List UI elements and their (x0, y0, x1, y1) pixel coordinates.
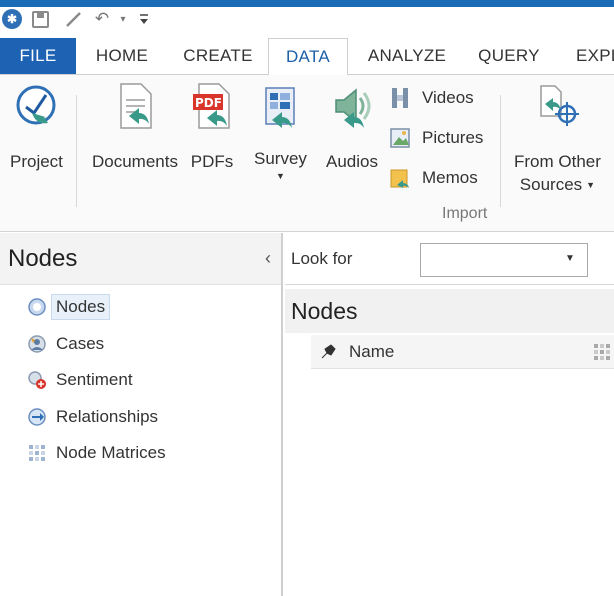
project-button[interactable]: Project (10, 81, 63, 175)
svg-text:PDF: PDF (195, 96, 222, 110)
tab-home[interactable]: HOME (86, 38, 158, 74)
from-other-sources-dropdown-caret-icon[interactable]: ▼ (586, 178, 595, 192)
column-chooser-icon[interactable] (590, 340, 614, 364)
node-matrix-icon (26, 442, 48, 464)
tree-item-sentiment[interactable]: Sentiment (26, 362, 166, 399)
from-other-sources-label: From Other (514, 152, 601, 171)
look-for-input[interactable] (420, 243, 588, 277)
project-label: Project (10, 152, 63, 171)
navigation-panel-header: Nodes ‹ (0, 233, 281, 285)
picture-icon (388, 126, 412, 150)
pictures-label: Pictures (422, 128, 484, 147)
memo-icon (388, 166, 412, 190)
tab-analyze[interactable]: ANALYZE (362, 38, 452, 74)
node-icon (26, 296, 48, 318)
tab-data[interactable]: DATA (268, 38, 348, 75)
memos-button[interactable]: Memos (388, 163, 478, 193)
ribbon-data: Project Documents PDF PDFs Survey ▼ Audi… (0, 74, 614, 232)
undo-dropdown-caret-icon[interactable]: ▾ (118, 9, 128, 29)
column-header-name[interactable]: Name (349, 342, 394, 362)
save-icon[interactable] (30, 9, 50, 29)
navigation-tree: Nodes Cases Sentiment Relationships Node… (26, 289, 166, 472)
tab-query[interactable]: QUERY (476, 38, 542, 74)
look-for-label: Look for (291, 249, 353, 268)
pdfs-button[interactable]: PDF PDFs (190, 81, 234, 175)
survey-dropdown-caret-icon[interactable]: ▼ (276, 169, 285, 183)
list-view-title: Nodes (285, 289, 614, 333)
pictures-button[interactable]: Pictures (388, 123, 483, 153)
tree-item-nodes[interactable]: Nodes (26, 289, 166, 326)
relationship-icon (26, 406, 48, 428)
from-other-sources-button[interactable]: From Other Sources ▼ (514, 81, 601, 195)
case-icon (26, 333, 48, 355)
survey-icon (258, 81, 302, 131)
column-header-row: Name (311, 335, 614, 369)
tree-item-cases[interactable]: Cases (26, 326, 166, 363)
quick-access-toolbar: ✱ ↶ ▾ (0, 0, 614, 34)
audio-icon (330, 81, 374, 131)
from-other-sources-icon (535, 81, 580, 131)
ribbon-tabs: FILE HOME CREATE DATA ANALYZE QUERY EXPL (0, 38, 614, 75)
navigation-panel: Nodes ‹ Nodes Cases Sentiment Relationsh… (0, 233, 283, 596)
undo-icon[interactable]: ↶ (92, 9, 112, 29)
ribbon-separator (76, 95, 77, 207)
app-logo-icon[interactable]: ✱ (2, 9, 22, 29)
ribbon-separator (500, 95, 501, 207)
tree-item-label: Nodes (51, 294, 111, 321)
documents-label: Documents (92, 152, 178, 171)
from-other-sources-label-2: Sources (519, 175, 583, 194)
pdfs-label: PDFs (190, 152, 234, 171)
tree-item-label: Cases (56, 333, 105, 353)
documents-button[interactable]: Documents (92, 81, 178, 175)
title-bar-accent (0, 0, 614, 7)
tab-explore[interactable]: EXPL (576, 38, 614, 74)
tree-item-label: Relationships (56, 406, 159, 426)
survey-button[interactable]: Survey ▼ (254, 81, 307, 183)
documents-icon (113, 81, 157, 131)
video-icon (388, 86, 412, 110)
pdf-icon: PDF (190, 81, 234, 131)
project-icon (14, 81, 58, 131)
videos-button[interactable]: Videos (388, 83, 474, 113)
import-group-label: Import (442, 205, 488, 222)
tab-create[interactable]: CREATE (178, 38, 258, 74)
memos-label: Memos (422, 168, 478, 187)
pen-icon[interactable] (64, 9, 84, 29)
audios-label: Audios (326, 152, 378, 171)
audios-button[interactable]: Audios (326, 81, 378, 175)
survey-label: Survey (254, 149, 307, 168)
tab-file[interactable]: FILE (0, 38, 76, 74)
videos-label: Videos (422, 88, 474, 107)
tree-item-node-matrices[interactable]: Node Matrices (26, 435, 166, 472)
find-bar: Look for ▼ (285, 233, 614, 285)
tree-item-label: Node Matrices (56, 443, 166, 463)
navigation-panel-title: Nodes (8, 244, 78, 272)
collapse-panel-icon[interactable]: ‹ (265, 248, 271, 269)
tree-item-relationships[interactable]: Relationships (26, 399, 166, 436)
detail-pane: Look for ▼ Nodes Name (285, 233, 614, 596)
tree-item-label: Sentiment (56, 370, 133, 390)
sentiment-icon (26, 369, 48, 391)
pin-icon[interactable] (317, 341, 339, 363)
customize-icon[interactable] (137, 9, 151, 29)
